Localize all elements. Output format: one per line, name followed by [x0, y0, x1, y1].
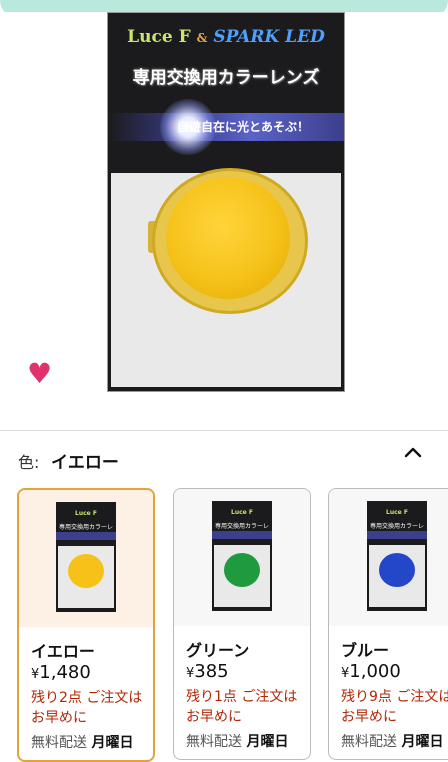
variant-shipping: 無料配送 月曜日 [341, 734, 444, 750]
variant-name: ブルー [341, 641, 390, 660]
divider [0, 430, 448, 431]
variant-thumbnail: Luce F 専用交換用カラーレンズ [174, 489, 310, 626]
variant-shipping: 無料配送 月曜日 [31, 735, 134, 751]
variant-thumbnail: Luce F 専用交換用カラーレンズ [329, 489, 448, 626]
variant-name: グリーン [186, 641, 250, 660]
thumbnail-package: Luce F 専用交換用カラーレンズ [212, 501, 272, 611]
thumbnail-package: Luce F 専用交換用カラーレンズ [367, 501, 427, 611]
variant-stock: 残り1点 ご注文はお早めに [186, 689, 298, 725]
variant-price: ¥385 [186, 661, 229, 682]
variant-option-blue[interactable]: Luce F 専用交換用カラーレンズ ブルー ¥1,000 残り9点 ご注文はお… [328, 488, 448, 760]
variant-price: ¥1,480 [31, 662, 91, 683]
variant-price: ¥1,000 [341, 661, 401, 682]
variant-shipping: 無料配送 月曜日 [186, 734, 289, 750]
variant-thumbnail: Luce F 専用交換用カラーレンズ [19, 490, 153, 627]
product-image[interactable]: Luce F & SPARK LED 専用交換用カラーレンズ 自遊自在に光とあそ… [107, 12, 345, 392]
variant-stock: 残り2点 ご注文はお早めに [31, 690, 143, 726]
variant-selected-value: イエロー [51, 453, 119, 473]
variant-name: イエロー [31, 642, 95, 661]
thumbnail-package: Luce F 専用交換用カラーレンズ [56, 502, 116, 612]
variant-label: 色: [18, 453, 40, 472]
heart-icon[interactable]: ♥ [27, 360, 52, 388]
variant-option-green[interactable]: Luce F 専用交換用カラーレンズ グリーン ¥385 残り1点 ご注文はお早… [173, 488, 311, 760]
variant-option-yellow[interactable]: Luce F 専用交換用カラーレンズ イエロー ¥1,480 残り2点 ご注文は… [17, 488, 155, 762]
thumbnail-lens [224, 553, 260, 587]
package-tagline: 自遊自在に光とあそぶ！ [176, 120, 309, 134]
package-title: 専用交換用カラーレンズ [132, 68, 320, 88]
yellow-lens [166, 177, 290, 299]
thumbnail-lens [379, 553, 415, 587]
variant-stock: 残り9点 ご注文はお早めに [341, 689, 448, 725]
chevron-up-icon[interactable] [403, 441, 423, 465]
package-brand: Luce F & SPARK LED [127, 27, 325, 47]
thumbnail-lens [68, 554, 104, 588]
